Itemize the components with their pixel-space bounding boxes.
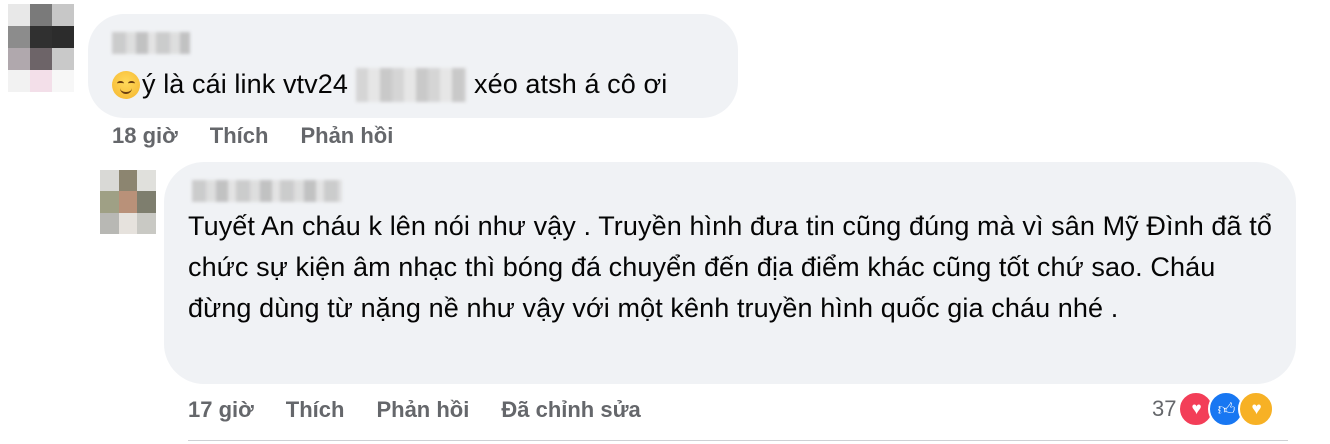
reply-bubble: Tuyết An cháu k lên nói như vậy . Truyền… <box>164 162 1296 384</box>
comment-text-part2: xéo atsh á cô ơi <box>473 69 668 99</box>
redacted-author-name[interactable] <box>192 180 342 202</box>
reply-time[interactable]: 17 giờ <box>188 397 254 423</box>
reaction-count: 37 <box>1152 396 1177 421</box>
comment-bubble: ý là cái link vtv24 xéo atsh á cô ơi <box>88 14 738 118</box>
redacted-text <box>355 67 466 102</box>
commenter-avatar[interactable] <box>8 4 74 92</box>
comment-text: ý là cái link vtv24 xéo atsh á cô ơi <box>112 64 667 105</box>
care-icon: ♥ <box>1238 391 1275 427</box>
like-button[interactable]: Thích <box>286 397 345 423</box>
reply-avatar[interactable] <box>100 170 156 234</box>
smiling-face-icon <box>112 70 140 99</box>
divider <box>188 440 1288 441</box>
edited-label[interactable]: Đã chỉnh sửa <box>501 397 640 423</box>
like-button[interactable]: Thích <box>210 123 269 149</box>
reply-actions: 17 giờ Thích Phản hồi Đã chỉnh sửa <box>188 397 673 423</box>
redacted-author-name[interactable] <box>112 32 190 54</box>
comment-actions: 18 giờ Thích Phản hồi <box>112 123 425 149</box>
comment-text-part1: ý là cái link vtv24 <box>142 69 348 99</box>
reply-button[interactable]: Phản hồi <box>376 397 469 423</box>
comment-time[interactable]: 18 giờ <box>112 123 178 149</box>
reaction-summary[interactable]: 37 ♥ 👍︎ ♥ <box>1152 391 1275 427</box>
reply-text: Tuyết An cháu k lên nói như vậy . Truyền… <box>188 211 1272 323</box>
reply-button[interactable]: Phản hồi <box>300 123 393 149</box>
